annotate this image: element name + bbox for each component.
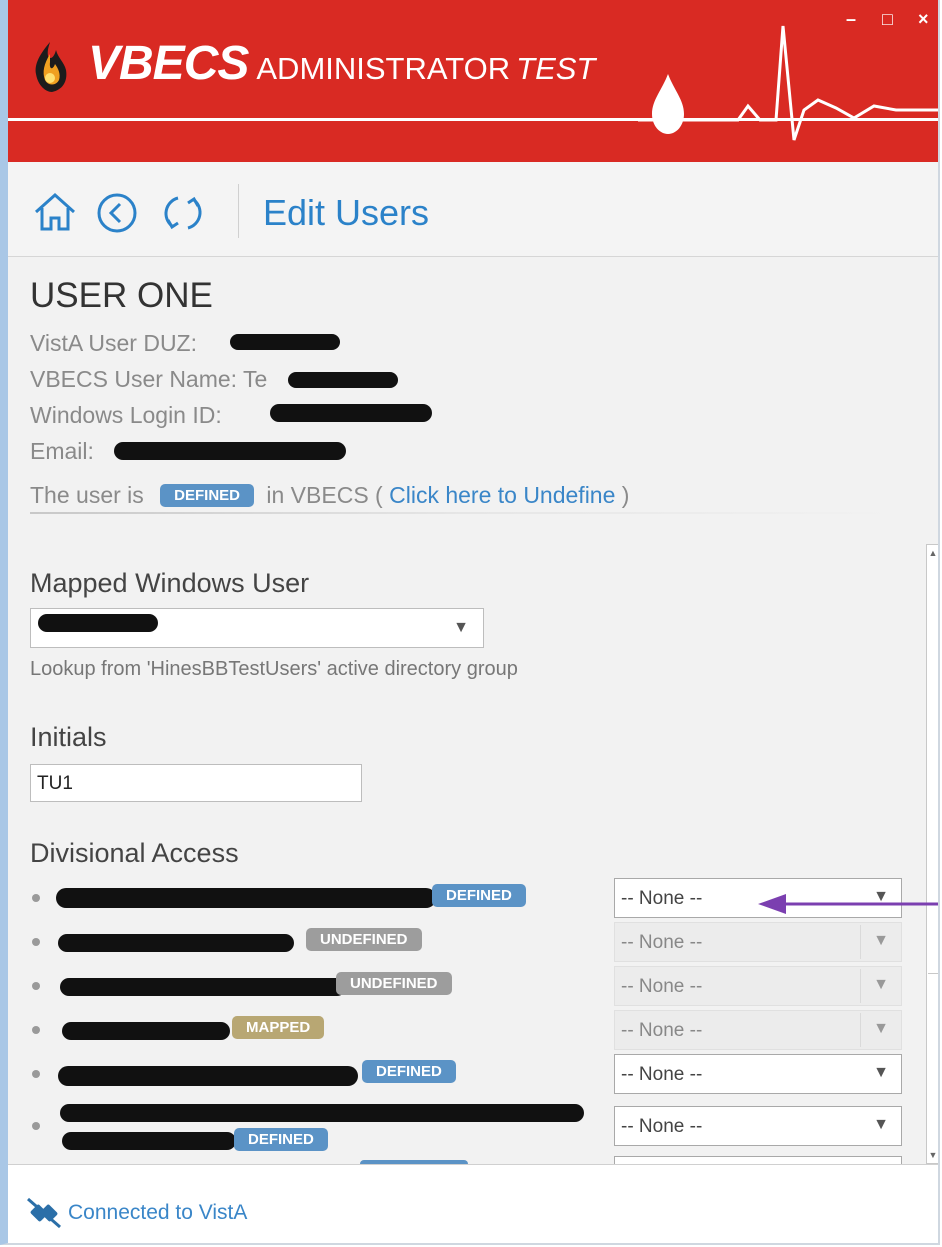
redaction-division-3: [60, 978, 346, 996]
vertical-scrollbar[interactable]: ▲ ▼: [926, 544, 938, 1164]
division-row-4-badge: MAPPED: [232, 1016, 325, 1039]
windows-login-label: Windows Login ID:: [30, 402, 222, 428]
chevron-down-icon: ▼: [453, 619, 469, 636]
division-row-6-select-value: -- None --: [621, 1116, 703, 1137]
division-row-2-badge-wrap: UNDEFINED: [306, 928, 422, 952]
page-title: Edit Users: [263, 192, 430, 233]
user-name: USER ONE: [30, 276, 213, 315]
list-bullet: [32, 1122, 40, 1130]
list-bullet: [32, 1026, 40, 1034]
connection-status: Connected to VistA: [68, 1201, 248, 1224]
division-row-1-badge-wrap: DEFINED: [432, 884, 526, 908]
list-bullet: [32, 1070, 40, 1078]
minimize-button[interactable]: –: [846, 10, 856, 28]
division-row-6-select[interactable]: -- None -- ▼: [614, 1106, 902, 1146]
annotation-arrow-icon: [758, 894, 938, 914]
division-row-3-select-value: -- None --: [621, 976, 703, 997]
header-divider: [8, 118, 938, 121]
app-brand: VBECS ADMINISTRATOR TEST: [88, 36, 595, 91]
list-bullet: [32, 894, 40, 902]
redaction-division-4: [62, 1022, 230, 1040]
division-row-2-select: -- None -- ▼: [614, 922, 902, 962]
select-separator: [860, 925, 861, 959]
section-divider: [30, 512, 900, 514]
brand-vbecs: VBECS: [88, 37, 249, 90]
redaction-email: [114, 442, 346, 460]
app-header: VBECS ADMINISTRATOR TEST – □ ×: [8, 0, 938, 162]
status-badge: DEFINED: [160, 484, 254, 507]
redaction-windows-login: [270, 404, 432, 422]
division-row-3-select: -- None -- ▼: [614, 966, 902, 1006]
division-row-4-badge-wrap: MAPPED: [232, 1016, 325, 1040]
division-row-3-badge: UNDEFINED: [336, 972, 452, 995]
windows-login-line: Windows Login ID:: [30, 402, 222, 429]
toolbar-separator: [238, 184, 239, 238]
chevron-down-icon: ▼: [873, 932, 889, 949]
list-bullet: [32, 938, 40, 946]
division-row-2-badge: UNDEFINED: [306, 928, 422, 951]
ecg-heartbeat-icon: [638, 25, 938, 141]
status-prefix: The user is: [30, 482, 144, 508]
division-row-5-badge: DEFINED: [362, 1060, 456, 1083]
refresh-icon[interactable]: [160, 192, 206, 234]
plug-connected-icon: [27, 1197, 61, 1229]
back-icon[interactable]: [96, 192, 138, 234]
status-mid: in VBECS (: [266, 482, 383, 508]
brand-test: TEST: [516, 51, 596, 86]
redaction-division-1: [56, 888, 436, 908]
redaction-division-6b: [62, 1132, 236, 1150]
division-row-2-select-value: -- None --: [621, 932, 703, 953]
email-label: Email:: [30, 438, 94, 464]
flame-drop-logo-icon: [35, 42, 67, 92]
division-row-5-select[interactable]: -- None -- ▼: [614, 1054, 902, 1094]
chevron-down-icon: ▼: [873, 976, 889, 993]
division-row-5-badge-wrap: DEFINED: [362, 1060, 456, 1084]
division-row-1-select-value: -- None --: [621, 888, 703, 909]
home-icon[interactable]: [32, 192, 78, 232]
division-row-3-badge-wrap: UNDEFINED: [336, 972, 452, 996]
redaction-duz: [230, 334, 340, 350]
division-row-4-select-value: -- None --: [621, 1020, 703, 1041]
undefine-link[interactable]: Click here to Undefine: [389, 482, 615, 508]
division-row-6-badge-wrap: DEFINED: [234, 1128, 328, 1152]
mapped-user-help-text: Lookup from 'HinesBBTestUsers' active di…: [30, 658, 518, 680]
duz-line: VistA User DUZ:: [30, 330, 197, 357]
vbecs-username-line: VBECS User Name: Te: [30, 366, 267, 393]
email-line: Email:: [30, 438, 94, 465]
app-window: VBECS ADMINISTRATOR TEST – □ × Edit Users: [0, 0, 940, 1245]
maximize-button[interactable]: □: [882, 10, 893, 28]
duz-label: VistA User DUZ:: [30, 330, 197, 356]
division-row-5-select-value: -- None --: [621, 1064, 703, 1085]
divisional-access-label: Divisional Access: [30, 838, 239, 868]
status-suffix: ): [621, 482, 630, 508]
chevron-down-icon: ▼: [873, 1064, 889, 1081]
select-separator: [860, 1013, 861, 1047]
toolbar: Edit Users: [8, 162, 938, 257]
select-separator: [860, 969, 861, 1003]
scroll-down-icon[interactable]: ▼: [927, 1147, 938, 1163]
initials-label: Initials: [30, 722, 107, 752]
redaction-division-2: [58, 934, 294, 952]
redaction-division-5: [58, 1066, 358, 1086]
division-row-4-select: -- None -- ▼: [614, 1010, 902, 1050]
vbecs-username-label: VBECS User Name:: [30, 366, 238, 392]
mapped-windows-user-label: Mapped Windows User: [30, 568, 310, 598]
close-button[interactable]: ×: [918, 10, 929, 28]
brand-administrator: ADMINISTRATOR: [256, 51, 511, 86]
scroll-up-icon[interactable]: ▲: [927, 545, 938, 561]
division-row-6-badge: DEFINED: [234, 1128, 328, 1151]
status-bar: Connected to VistA: [8, 1164, 938, 1243]
initials-input[interactable]: TU1: [30, 764, 362, 802]
division-row-1-badge: DEFINED: [432, 884, 526, 907]
redaction-division-6a: [60, 1104, 584, 1122]
user-status-line: The user is DEFINED in VBECS ( Click her…: [30, 482, 629, 509]
chevron-down-icon: ▼: [873, 1020, 889, 1037]
vbecs-username-value: Te: [243, 366, 268, 392]
list-bullet: [32, 982, 40, 990]
redaction-vbecs-username: [288, 372, 398, 388]
chevron-down-icon: ▼: [873, 1116, 889, 1133]
redaction-mapped-user: [38, 614, 158, 632]
